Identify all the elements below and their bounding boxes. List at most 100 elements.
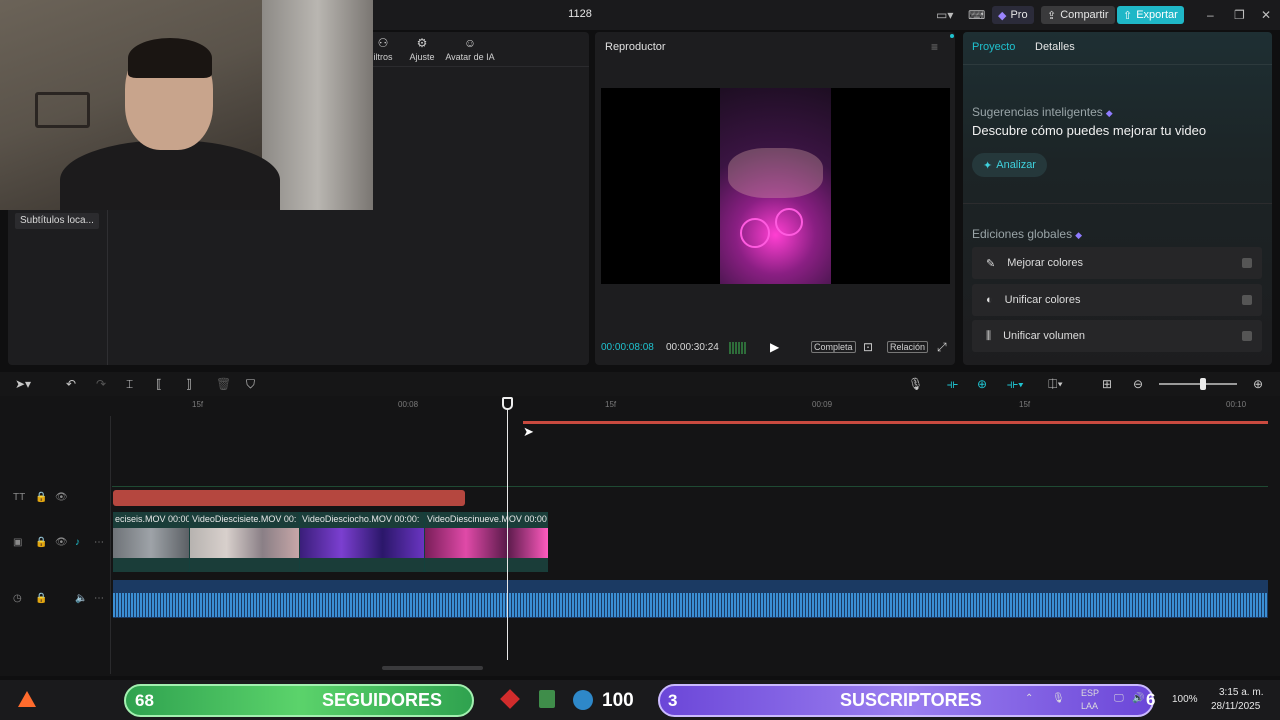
unify-volume-icon: ⫼ <box>986 329 992 342</box>
menu-icon[interactable]: ≡ <box>931 40 938 54</box>
video-clip[interactable]: VideoDiescisiete.MOV 00: <box>190 512 299 572</box>
webcam-person-hair <box>128 38 212 78</box>
global-edits-title: Ediciones globales ◆ <box>972 227 1082 241</box>
more-icon[interactable]: ⋯ <box>94 593 104 604</box>
layout-icon[interactable]: ▭▾ <box>936 8 953 22</box>
volume-icon[interactable]: 🔊 <box>1132 693 1144 704</box>
trim-left-icon[interactable]: ⟦ <box>156 377 162 391</box>
notification-count: 6 <box>1146 690 1156 709</box>
global-edits-title-text: Ediciones globales <box>972 227 1073 241</box>
tool-adjust[interactable]: ⚙ Ajuste <box>405 36 439 62</box>
toggle[interactable] <box>1242 258 1252 268</box>
enhance-colors-icon: ✎ <box>986 257 996 270</box>
play-icon[interactable]: ▶ <box>770 340 779 354</box>
zoom-slider[interactable] <box>1159 383 1237 385</box>
lock-icon[interactable]: 🔒 <box>35 537 47 548</box>
magnet-icon[interactable]: ⟛ <box>947 377 958 392</box>
export-button[interactable]: ⇧ Exportar <box>1117 6 1184 24</box>
playhead[interactable] <box>507 398 508 660</box>
keyboard-icon[interactable]: ⌨ <box>968 8 985 22</box>
subscribers-label: SUSCRIPTORES <box>840 690 982 710</box>
marker-icon[interactable]: ⛉ <box>246 377 255 392</box>
language-indicator[interactable]: ESP <box>1081 688 1099 698</box>
player-title: Reproductor <box>605 41 666 53</box>
global-edit-unify-volume[interactable]: ⫼ Unificar volumen <box>972 320 1262 352</box>
audio-on-icon[interactable]: ♪ <box>75 537 80 548</box>
fit-icon[interactable]: ⊞ <box>1102 377 1112 391</box>
fullscreen-icon[interactable]: ⤢ <box>937 340 947 355</box>
zoom-slider-handle[interactable] <box>1200 378 1206 390</box>
close-icon[interactable]: ✕ <box>1261 8 1271 22</box>
more-icon[interactable]: ⋯ <box>94 537 104 548</box>
text-clip[interactable] <box>113 490 465 506</box>
select-tool-icon[interactable]: ➤▾ <box>15 377 31 391</box>
tab-details[interactable]: Detalles <box>1035 41 1075 53</box>
eye-icon[interactable]: 👁 <box>55 537 68 548</box>
toggle[interactable] <box>1242 295 1252 305</box>
full-view-button[interactable]: Completa <box>811 341 856 353</box>
video-clip[interactable]: VideoDiescinueve.MOV 00:00 <box>425 512 548 572</box>
share-button[interactable]: ⇪ Compartir <box>1041 6 1115 24</box>
share-icon: ⇪ <box>1047 9 1057 22</box>
export-label: Exportar <box>1136 9 1178 21</box>
tool-filters[interactable]: ⚇ iltros <box>371 36 395 62</box>
global-edit-enhance-colors[interactable]: ✎ Mejorar colores <box>972 247 1262 279</box>
language-variant[interactable]: LAA <box>1081 701 1098 711</box>
zoom-out-icon[interactable]: ⊖ <box>1133 377 1143 391</box>
zoom-in-icon[interactable]: ⊕ <box>1253 377 1263 391</box>
playhead-handle[interactable] <box>502 397 513 410</box>
microphone-icon[interactable]: 🎙 <box>908 377 923 391</box>
tool-adjust-label: Ajuste <box>409 52 435 62</box>
video-clip[interactable]: eciseis.MOV 00:00 <box>113 512 189 572</box>
minimize-icon[interactable]: – <box>1207 8 1214 22</box>
network-icon[interactable]: 🖵 <box>1114 693 1124 704</box>
split-view-icon[interactable]: ⎅▾ <box>1048 377 1063 392</box>
ruler-label: 00:10 <box>1226 400 1247 409</box>
mouse-cursor-icon: ➤ <box>523 424 534 439</box>
timeline-scrollbar[interactable] <box>382 666 483 670</box>
battery-level[interactable]: 100% <box>1172 694 1198 705</box>
undo-icon[interactable]: ↶ <box>66 377 76 391</box>
store-icon[interactable] <box>539 690 555 708</box>
pro-button[interactable]: ◆ Pro <box>992 6 1034 24</box>
link-icon[interactable]: ⊕ <box>977 377 987 391</box>
upload-icon: ⇧ <box>1123 9 1133 22</box>
clock-date[interactable]: 28/11/2025 <box>1211 701 1260 712</box>
microphone-icon[interactable]: 🎙 <box>1052 693 1065 704</box>
clip-thumbnail <box>425 528 548 558</box>
preview-axis-icon[interactable]: ⟛▾ <box>1007 377 1024 392</box>
restore-icon[interactable]: ❐ <box>1234 8 1245 22</box>
app-launcher-icon[interactable] <box>18 691 36 707</box>
video-clip[interactable]: VideoDiesciocho.MOV 00:00: <box>300 512 424 572</box>
speaker-icon[interactable]: 🔈 <box>75 593 87 604</box>
global-edit-label: Unificar volumen <box>1003 330 1085 342</box>
tool-ai-avatar[interactable]: ☺ Avatar de IA <box>444 36 496 62</box>
tool-filters-label: iltros <box>373 52 393 62</box>
lock-icon[interactable]: 🔒 <box>35 593 47 604</box>
clock-time[interactable]: 3:15 a. m. <box>1219 687 1263 698</box>
redo-icon: ↷ <box>96 377 107 391</box>
audio-meter <box>729 342 747 354</box>
lock-icon[interactable]: 🔒 <box>35 492 47 503</box>
pro-label: Pro <box>1010 9 1028 21</box>
analyze-button[interactable]: ✦ Analizar <box>972 153 1047 177</box>
ratio-button[interactable]: Relación <box>887 341 929 353</box>
tool-ai-avatar-label: Avatar de IA <box>445 52 495 62</box>
chevron-up-icon[interactable]: ⌃ <box>1025 693 1033 704</box>
video-clip-label: VideoDiescinueve.MOV 00:00 <box>427 514 547 524</box>
video-clip-label: VideoDiesciocho.MOV 00:00: <box>302 514 420 524</box>
suggestions-title: Sugerencias inteligentes ◆ <box>972 105 1113 119</box>
eye-icon[interactable]: 👁 <box>55 492 68 503</box>
diamond-icon: ◆ <box>998 9 1007 22</box>
global-edit-label: Mejorar colores <box>1007 257 1084 269</box>
snapshot-icon[interactable]: ⊡ <box>863 340 873 354</box>
preview-light <box>740 218 770 248</box>
trim-right-icon[interactable]: ⟧ <box>186 377 192 391</box>
global-edit-unify-colors[interactable]: ◐ Unificar colores <box>972 284 1262 316</box>
split-icon[interactable]: ⌶ <box>126 377 133 392</box>
browser-icon[interactable] <box>573 690 593 710</box>
tab-project[interactable]: Proyecto <box>972 41 1015 53</box>
toggle[interactable] <box>1242 331 1252 341</box>
sidebar-item-subtitles[interactable]: Subtítulos loca... <box>15 213 99 229</box>
ai-avatar-icon: ☺ <box>463 36 477 50</box>
